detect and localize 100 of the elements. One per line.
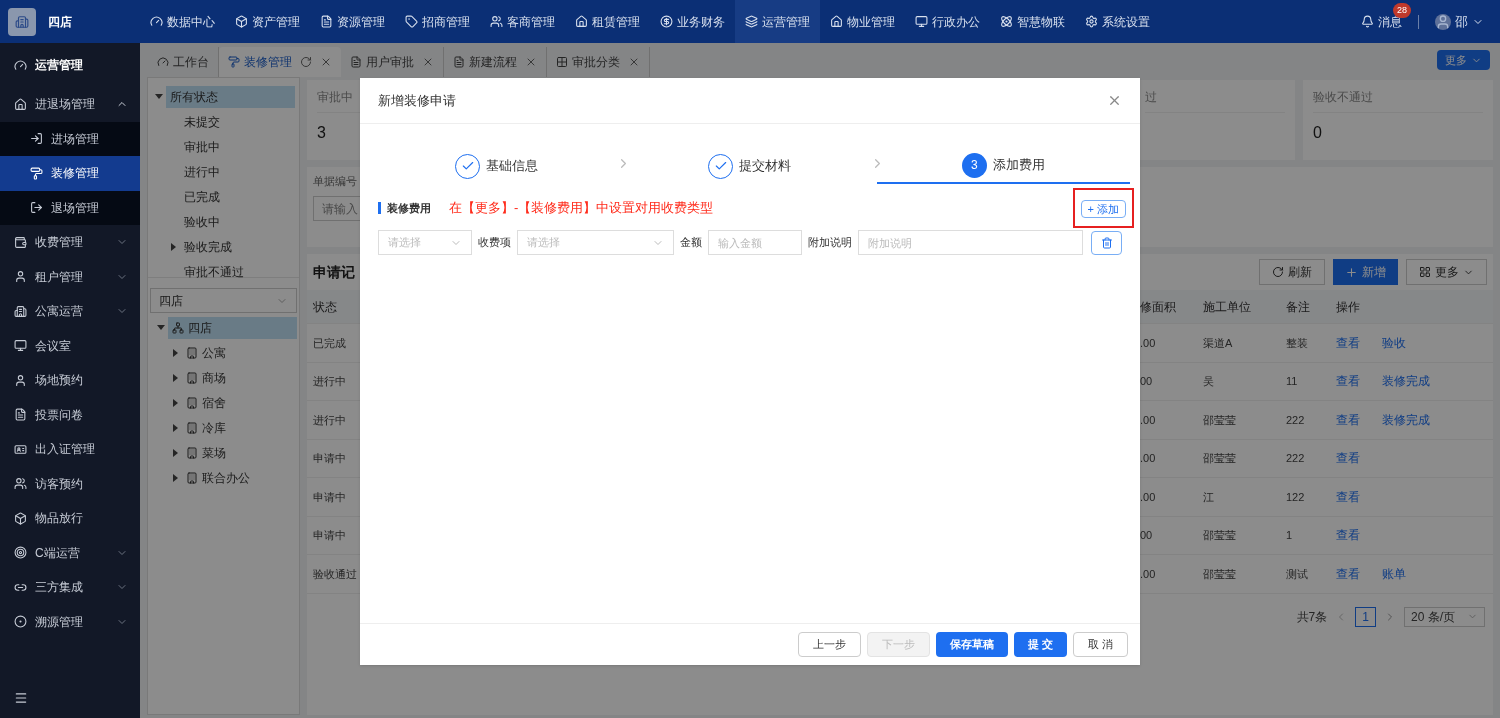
nav-item[interactable]: 租赁管理 <box>565 0 650 43</box>
nav-item[interactable]: 行政办公 <box>905 0 990 43</box>
action-link[interactable]: 查看 <box>1336 564 1360 583</box>
action-link[interactable]: 装修完成 <box>1382 372 1430 391</box>
tree-item[interactable]: 已完成 <box>180 185 224 208</box>
footer-button[interactable]: 保存草稿 <box>935 632 1008 657</box>
tree-item[interactable]: 联合办公 <box>182 466 254 489</box>
action-link[interactable]: 查看 <box>1336 526 1360 545</box>
page-size-select[interactable]: 20 条/页 <box>1404 606 1485 627</box>
tree-item[interactable]: 未提交 <box>180 110 224 133</box>
tree-item[interactable]: 菜场 <box>182 441 230 464</box>
caret-right-icon[interactable] <box>172 423 178 432</box>
tab[interactable]: 用户审批 <box>341 47 444 77</box>
nav-item[interactable]: 智慧物联 <box>990 0 1075 43</box>
add-button[interactable]: 新增 <box>1333 259 1398 285</box>
sidebar-item[interactable]: 访客预约 <box>0 466 140 501</box>
action-link[interactable]: 查看 <box>1336 449 1360 468</box>
nav-item[interactable]: 资产管理 <box>225 0 310 43</box>
action-link[interactable]: 验收 <box>1382 333 1406 352</box>
step-label: 基础信息 <box>486 157 539 176</box>
nav-item[interactable]: 资源管理 <box>310 0 395 43</box>
sidebar-item[interactable]: 会议室 <box>0 328 140 363</box>
caret-right-icon[interactable] <box>172 448 178 457</box>
action-link[interactable]: 装修完成 <box>1382 410 1430 429</box>
tree-item[interactable]: 审批中 <box>180 135 224 158</box>
caret-right-icon[interactable] <box>172 373 178 382</box>
close-icon[interactable] <box>320 56 332 68</box>
sidebar-subitem[interactable]: 装修管理 <box>0 156 140 191</box>
tab[interactable]: 装修管理 <box>219 47 341 77</box>
building-icon <box>186 446 198 459</box>
tree-item[interactable]: 四店 <box>168 316 297 339</box>
avatar-icon[interactable] <box>1435 13 1451 30</box>
tree-item[interactable]: 所有状态 <box>166 85 295 108</box>
sidebar-item[interactable]: 溯源管理 <box>0 604 140 639</box>
more-button[interactable]: 更多 <box>1437 50 1490 70</box>
refresh-icon[interactable] <box>300 56 312 68</box>
nav-item[interactable]: 数据中心 <box>140 0 225 43</box>
sidebar-item[interactable]: 公寓运营 <box>0 294 140 329</box>
caret-right-icon[interactable] <box>172 348 178 357</box>
tab[interactable]: 新建流程 <box>444 47 547 77</box>
sidebar-item[interactable]: 收费管理 <box>0 225 140 260</box>
table-cell-text: 222 <box>1285 451 1306 466</box>
caret-right-icon[interactable] <box>172 398 178 407</box>
close-icon[interactable] <box>628 56 640 68</box>
tree-item[interactable]: 商场 <box>182 366 230 389</box>
footer-button[interactable]: 取 消 <box>1072 632 1128 657</box>
close-icon[interactable] <box>422 56 434 68</box>
sidebar-item[interactable]: 租户管理 <box>0 259 140 294</box>
collapse-icon[interactable] <box>14 691 28 705</box>
caret-right-icon[interactable] <box>170 242 176 251</box>
close-icon[interactable] <box>1107 93 1122 108</box>
caret-right-icon[interactable] <box>172 473 178 482</box>
tree-item[interactable]: 公寓 <box>182 341 230 364</box>
tree-item[interactable]: 进行中 <box>180 160 224 183</box>
column-header: 操作 <box>1335 298 1361 316</box>
sidebar-subitem[interactable]: 进场管理 <box>0 121 140 156</box>
org-icon <box>172 321 184 334</box>
nav-item[interactable]: 运营管理 <box>735 0 820 43</box>
nav-item[interactable]: 物业管理 <box>820 0 905 43</box>
table-cell-text: .00 <box>1140 566 1157 582</box>
store-select[interactable]: 四店 <box>150 288 297 313</box>
action-link[interactable]: 查看 <box>1336 333 1360 352</box>
delete-button[interactable] <box>1091 230 1122 255</box>
tree-item[interactable]: 验收完成 <box>180 235 236 258</box>
sidebar-item[interactable]: 物品放行 <box>0 501 140 536</box>
amount-field[interactable]: 输入金额 <box>708 230 802 255</box>
bell-icon[interactable] <box>1361 15 1374 28</box>
tree-item[interactable]: 审批不通过 <box>180 260 248 283</box>
sidebar-item[interactable]: 三方集成 <box>0 570 140 605</box>
nav-item[interactable]: 系统设置 <box>1075 0 1160 43</box>
footer-button[interactable]: 上一步 <box>797 632 861 657</box>
close-icon[interactable] <box>525 56 537 68</box>
action-link[interactable]: 查看 <box>1336 487 1360 506</box>
sidebar-item[interactable]: 进退场管理 <box>0 87 140 122</box>
action-link[interactable]: 查看 <box>1336 372 1360 391</box>
tree-item[interactable]: 冷库 <box>182 416 230 439</box>
page-button[interactable]: 1 <box>1355 606 1376 627</box>
step-label: 添加费用 <box>992 156 1045 175</box>
nav-item[interactable]: 客商管理 <box>480 0 565 43</box>
action-link[interactable]: 查看 <box>1336 410 1360 429</box>
nav-item[interactable]: 招商管理 <box>395 0 480 43</box>
footer-button[interactable]: 提 交 <box>1013 632 1067 657</box>
remark-field[interactable]: 附加说明 <box>858 230 1083 255</box>
sidebar-item[interactable]: 场地预约 <box>0 363 140 398</box>
user-name[interactable]: 邵 <box>1455 11 1468 32</box>
tree-item[interactable]: 验收中 <box>180 210 224 233</box>
layers-icon <box>745 15 758 28</box>
nav-item[interactable]: 业务财务 <box>650 0 735 43</box>
more-button[interactable]: 更多 <box>1406 259 1487 285</box>
sidebar-item[interactable]: C端运营 <box>0 535 140 570</box>
table-cell-text: .00 <box>1140 489 1157 505</box>
add-button[interactable]: + 添加 <box>1080 200 1126 218</box>
sidebar-item[interactable]: 出入证管理 <box>0 432 140 467</box>
action-link[interactable]: 账单 <box>1382 564 1406 583</box>
building-icon <box>186 421 198 434</box>
sidebar-item[interactable]: 投票问卷 <box>0 397 140 432</box>
sidebar-subitem[interactable]: 退场管理 <box>0 190 140 225</box>
refresh-button[interactable]: 刷新 <box>1259 259 1325 285</box>
tab[interactable]: 审批分类 <box>547 47 650 77</box>
tree-item[interactable]: 宿舍 <box>182 391 230 414</box>
